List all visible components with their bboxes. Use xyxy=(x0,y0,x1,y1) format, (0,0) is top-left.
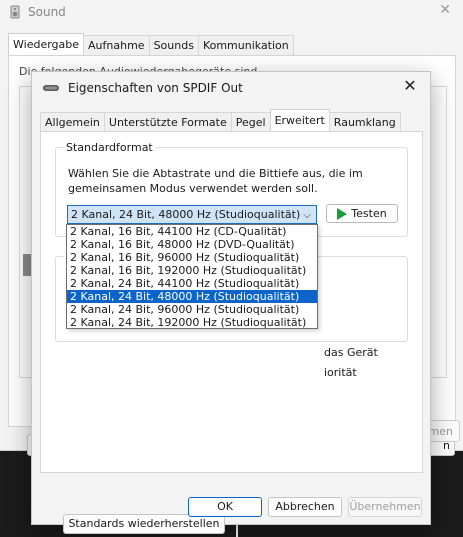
dropdown-option[interactable]: 2 Kanal, 16 Bit, 44100 Hz (CD-Qualität) xyxy=(67,225,317,238)
default-format-legend: Standardformat xyxy=(64,141,155,154)
test-button[interactable]: Testen xyxy=(326,204,398,223)
ok-button[interactable]: OK xyxy=(188,497,262,517)
speaker-icon xyxy=(10,5,20,19)
cancel-button[interactable]: Abbrechen xyxy=(268,497,342,517)
tab-erweitert[interactable]: Erweitert xyxy=(269,109,330,132)
dropdown-option-selected[interactable]: 2 Kanal, 24 Bit, 48000 Hz (Studioqualitä… xyxy=(67,290,317,303)
sample-rate-dropdown-list: 2 Kanal, 16 Bit, 44100 Hz (CD-Qualität) … xyxy=(66,224,318,329)
sample-rate-selected-value: 2 Kanal, 24 Bit, 48000 Hz (Studioqualitä… xyxy=(71,208,301,221)
tab-unterstuetzte-formate[interactable]: Unterstützte Formate xyxy=(103,112,232,132)
spdif-device-icon xyxy=(43,85,59,91)
sample-rate-combobox[interactable]: 2 Kanal, 24 Bit, 48000 Hz (Studioqualitä… xyxy=(67,205,317,224)
apply-button[interactable]: Übernehmen xyxy=(348,497,422,517)
dropdown-option[interactable]: 2 Kanal, 16 Bit, 48000 Hz (DVD-Qualität) xyxy=(67,238,317,251)
tab-pegel[interactable]: Pegel xyxy=(230,112,271,132)
tab-allgemein[interactable]: Allgemein xyxy=(40,112,105,132)
tab-sounds[interactable]: Sounds xyxy=(148,35,199,55)
dropdown-option[interactable]: 2 Kanal, 24 Bit, 44100 Hz (Studioqualitä… xyxy=(67,277,317,290)
sound-tabs: Wiedergabe Aufnahme Sounds Kommunikation xyxy=(8,33,294,55)
spdif-properties-dialog: Eigenschaften von SPDIF Out ✕ Allgemein … xyxy=(31,71,431,534)
dropdown-option[interactable]: 2 Kanal, 24 Bit, 96000 Hz (Studioqualitä… xyxy=(67,303,317,316)
test-button-label: Testen xyxy=(351,207,387,220)
tab-wiedergabe[interactable]: Wiedergabe xyxy=(8,33,85,55)
dropdown-option[interactable]: 2 Kanal, 24 Bit, 192000 Hz (Studioqualit… xyxy=(67,316,317,329)
sound-close-icon[interactable]: ✕ xyxy=(439,2,451,18)
default-format-description: Wählen Sie die Abtastrate und die Bittie… xyxy=(68,167,363,195)
chevron-down-icon: ⌵ xyxy=(303,210,311,221)
tab-raumklang[interactable]: Raumklang xyxy=(328,112,401,132)
sound-window-titlebar: Sound xyxy=(8,4,66,20)
dropdown-option[interactable]: 2 Kanal, 16 Bit, 96000 Hz (Studioqualitä… xyxy=(67,251,317,264)
tab-aufnahme[interactable]: Aufnahme xyxy=(83,35,150,55)
sound-window-title: Sound xyxy=(28,5,66,19)
dropdown-option[interactable]: 2 Kanal, 16 Bit, 192000 Hz (Studioqualit… xyxy=(67,264,317,277)
dialog-title: Eigenschaften von SPDIF Out xyxy=(68,81,243,95)
play-icon xyxy=(337,207,348,220)
exclusive-option-1-fragment: das Gerät xyxy=(324,346,378,359)
tab-kommunikation[interactable]: Kommunikation xyxy=(197,35,294,55)
exclusive-option-2-fragment: iorität xyxy=(324,366,357,379)
restore-defaults-button[interactable]: Standards wiederherstellen xyxy=(63,514,225,534)
dialog-close-icon[interactable]: ✕ xyxy=(400,76,420,96)
dialog-titlebar: Eigenschaften von SPDIF Out xyxy=(42,79,243,97)
dialog-tabs: Allgemein Unterstützte Formate Pegel Erw… xyxy=(40,109,401,132)
